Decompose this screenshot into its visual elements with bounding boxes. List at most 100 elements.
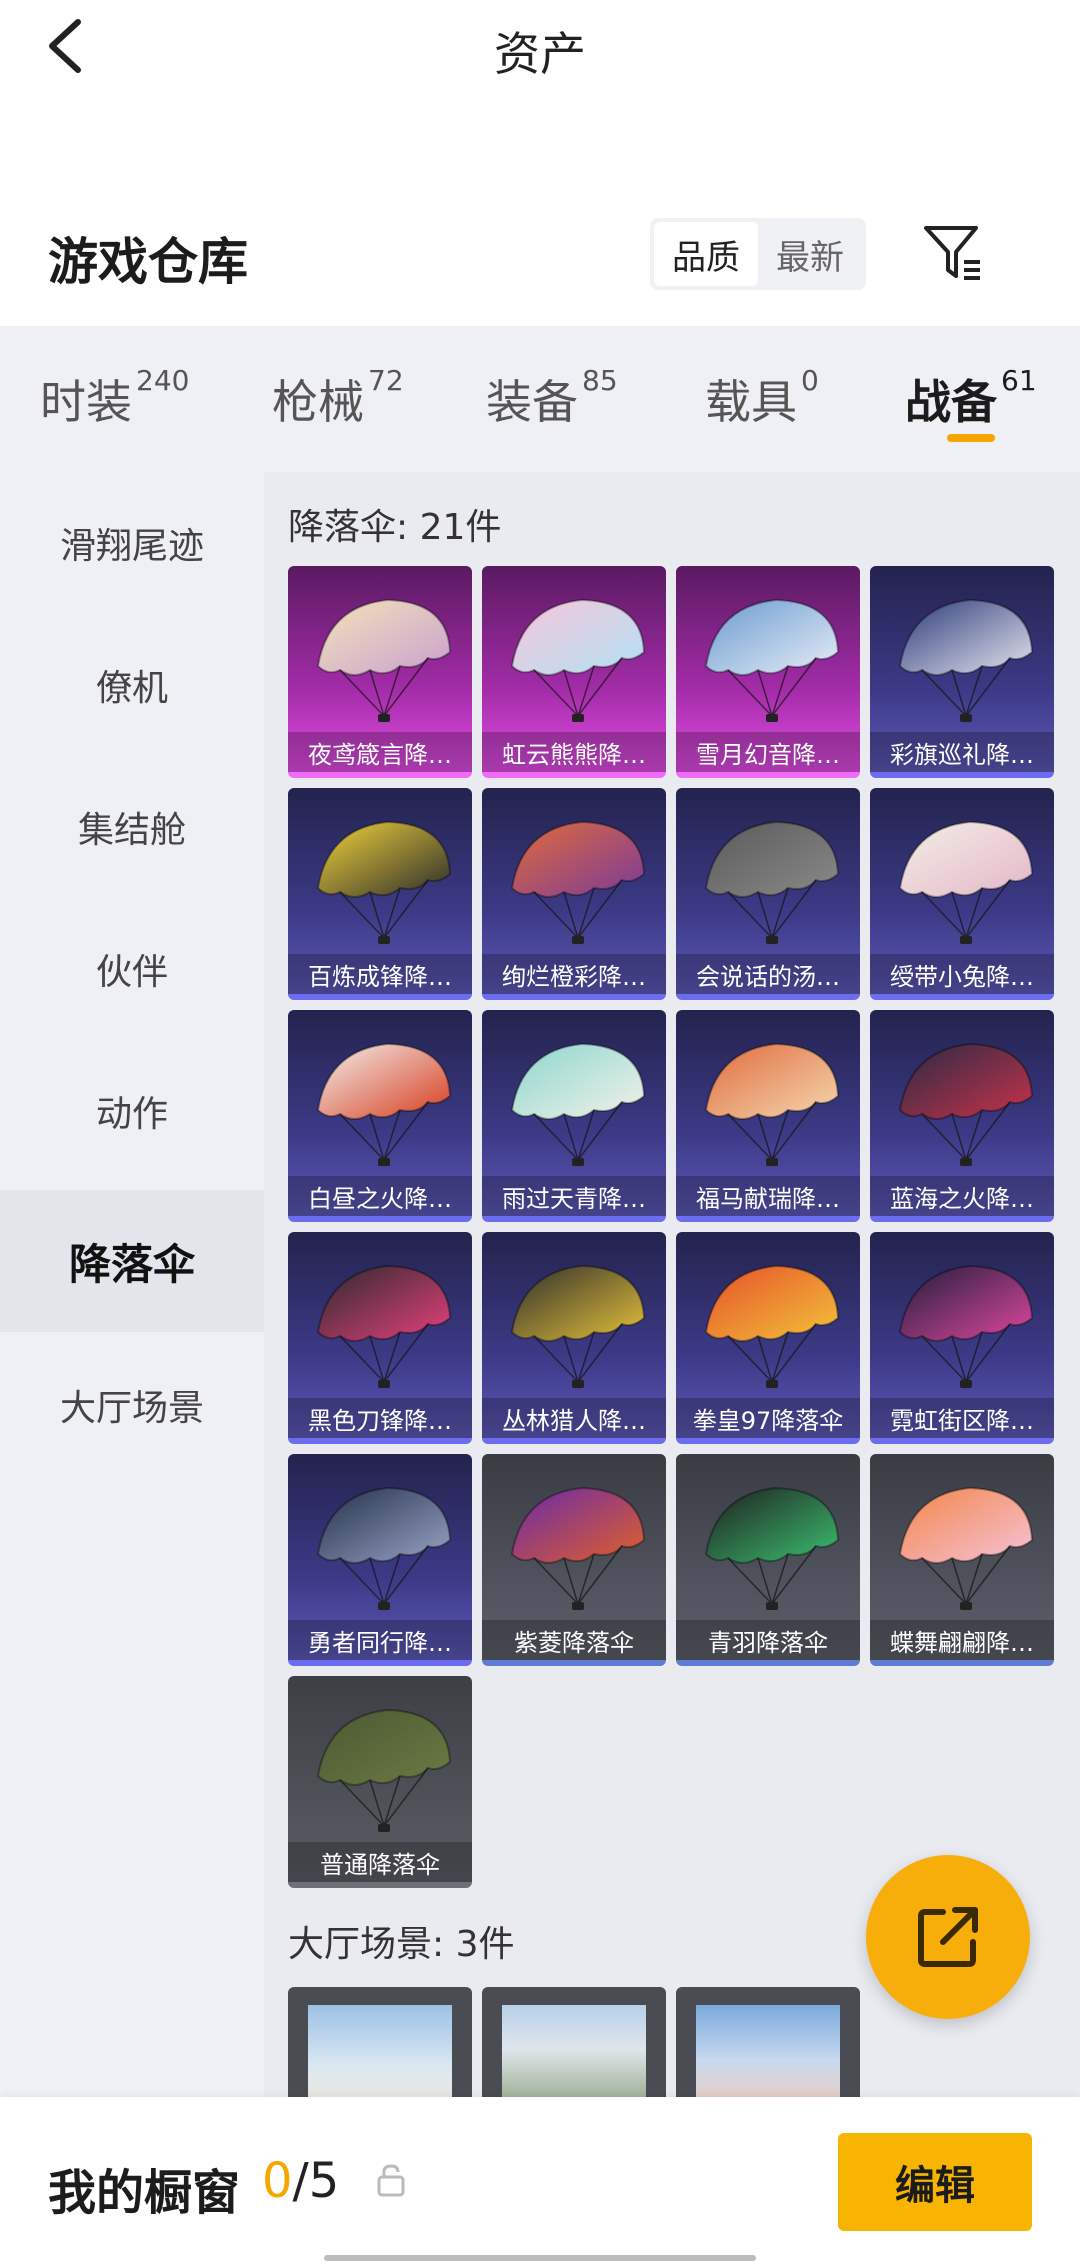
tab-fashion[interactable]: 时装 240 (40, 364, 190, 432)
parachute-name: 虹云熊熊降… (482, 732, 666, 772)
parachute-image (316, 1708, 452, 1832)
parachute-card[interactable]: 夜鸢箴言降… (288, 566, 472, 778)
sidebar-item-wingman[interactable]: 僚机 (0, 614, 264, 756)
showcase-count: 0/5 (262, 2153, 339, 2209)
scene-section-title: 大厅场景: 3件 (288, 1924, 515, 1965)
parachute-image (510, 1042, 646, 1166)
sidebar-item-emote[interactable]: 动作 (0, 1040, 264, 1182)
parachute-image (704, 598, 840, 722)
parachute-image (898, 820, 1034, 944)
parachute-name: 雨过天青降… (482, 1176, 666, 1216)
showcase-current: 0 (262, 2153, 293, 2209)
parachute-card[interactable]: 黑色刀锋降… (288, 1232, 472, 1444)
parachute-name: 绚烂橙彩降… (482, 954, 666, 994)
parachute-card[interactable]: 白昼之火降… (288, 1010, 472, 1222)
filter-button[interactable] (920, 220, 986, 286)
parachute-image (704, 1264, 840, 1388)
tab-count: 85 (582, 364, 618, 397)
share-icon (918, 1907, 978, 1967)
tab-count: 240 (136, 364, 190, 397)
sidebar-item-parachute[interactable]: 降落伞 (0, 1190, 264, 1332)
parachute-card[interactable]: 雨过天青降… (482, 1010, 666, 1222)
parachute-card[interactable]: 福马献瑞降… (676, 1010, 860, 1222)
tab-battle-prep[interactable]: 战备 61 (905, 364, 1037, 432)
parachute-image (898, 1264, 1034, 1388)
edit-button[interactable]: 编辑 (838, 2133, 1032, 2231)
parachute-image (510, 820, 646, 944)
showcase-label: 我的橱窗 (48, 2165, 241, 2221)
sidebar-item-lobby-scene[interactable]: 大厅场景 (0, 1334, 264, 1476)
parachute-image (704, 1042, 840, 1166)
scene-thumbnail (308, 2005, 452, 2097)
tab-count: 61 (1001, 364, 1037, 397)
parachute-card[interactable]: 拳皇97降落伞 (676, 1232, 860, 1444)
parachute-image (704, 1486, 840, 1610)
parachute-image (510, 1486, 646, 1610)
parachute-card[interactable]: 蓝海之火降… (870, 1010, 1054, 1222)
parachute-name: 勇者同行降… (288, 1620, 472, 1660)
parachute-card[interactable]: 绶带小兔降… (870, 788, 1054, 1000)
parachute-card[interactable]: 虹云熊熊降… (482, 566, 666, 778)
parachute-image (898, 1042, 1034, 1166)
sort-toggle: 品质 最新 (650, 218, 866, 290)
parachute-name: 会说话的汤… (676, 954, 860, 994)
active-tab-indicator (947, 434, 995, 442)
tab-label: 载具 (705, 375, 797, 429)
sidebar-item-glide-trail[interactable]: 滑翔尾迹 (0, 472, 264, 614)
warehouse-header: 游戏仓库 品质 最新 (0, 200, 1080, 325)
scene-card[interactable] (288, 1987, 472, 2097)
parachute-name: 百炼成锋降… (288, 954, 472, 994)
category-tabs: 时装 240 枪械 72 装备 85 载具 0 战备 61 (0, 326, 1080, 472)
tab-label: 时装 (40, 375, 132, 429)
parachute-card[interactable]: 霓虹街区降… (870, 1232, 1054, 1444)
tab-label: 枪械 (272, 375, 364, 429)
scene-thumbnail (696, 2005, 840, 2097)
parachute-card[interactable]: 彩旗巡礼降… (870, 566, 1054, 778)
parachute-card[interactable]: 普通降落伞 (288, 1676, 472, 1888)
tab-label: 装备 (486, 375, 578, 429)
parachute-card[interactable]: 蝶舞翩翩降… (870, 1454, 1054, 1666)
parachute-name: 夜鸢箴言降… (288, 732, 472, 772)
parachute-image (316, 598, 452, 722)
scene-card[interactable] (676, 1987, 860, 2097)
parachute-name: 黑色刀锋降… (288, 1398, 472, 1438)
tab-guns[interactable]: 枪械 72 (272, 364, 404, 432)
sidebar: 滑翔尾迹 僚机 集结舱 伙伴 动作 降落伞 大厅场景 (0, 472, 264, 2097)
showcase-separator: / (292, 2153, 309, 2209)
lock-icon (376, 2163, 406, 2197)
page-title: 资产 (494, 27, 586, 81)
parachute-card[interactable]: 百炼成锋降… (288, 788, 472, 1000)
sort-quality-button[interactable]: 品质 (654, 222, 758, 286)
tab-count: 72 (368, 364, 404, 397)
parachute-card[interactable]: 雪月幻音降… (676, 566, 860, 778)
parachute-image (510, 1264, 646, 1388)
parachute-name: 福马献瑞降… (676, 1176, 860, 1216)
parachute-image (898, 1486, 1034, 1610)
parachute-image (316, 820, 452, 944)
scene-card[interactable] (482, 1987, 666, 2097)
parachute-card[interactable]: 绚烂橙彩降… (482, 788, 666, 1000)
sidebar-item-companion[interactable]: 伙伴 (0, 898, 264, 1040)
tab-label: 战备 (905, 375, 997, 429)
parachute-name: 紫菱降落伞 (482, 1620, 666, 1660)
sidebar-item-pod[interactable]: 集结舱 (0, 756, 264, 898)
tab-count: 0 (801, 364, 819, 397)
parachute-card[interactable]: 会说话的汤… (676, 788, 860, 1000)
warehouse-title: 游戏仓库 (48, 233, 248, 291)
sort-newest-button[interactable]: 最新 (758, 222, 862, 286)
tab-gear[interactable]: 装备 85 (486, 364, 618, 432)
parachute-card[interactable]: 丛林猎人降… (482, 1232, 666, 1444)
share-button[interactable] (866, 1855, 1030, 2019)
tab-vehicles[interactable]: 载具 0 (705, 364, 819, 432)
parachute-card[interactable]: 紫菱降落伞 (482, 1454, 666, 1666)
parachute-card[interactable]: 勇者同行降… (288, 1454, 472, 1666)
parachute-name: 丛林猎人降… (482, 1398, 666, 1438)
showcase-bar: 我的橱窗 0/5 编辑 (0, 2097, 1080, 2267)
parachute-name: 拳皇97降落伞 (676, 1398, 860, 1438)
filter-icon (924, 226, 980, 280)
parachute-image (898, 598, 1034, 722)
parachute-card[interactable]: 青羽降落伞 (676, 1454, 860, 1666)
parachute-name: 蓝海之火降… (870, 1176, 1054, 1216)
parachute-name: 青羽降落伞 (676, 1620, 860, 1660)
parachute-image (510, 598, 646, 722)
